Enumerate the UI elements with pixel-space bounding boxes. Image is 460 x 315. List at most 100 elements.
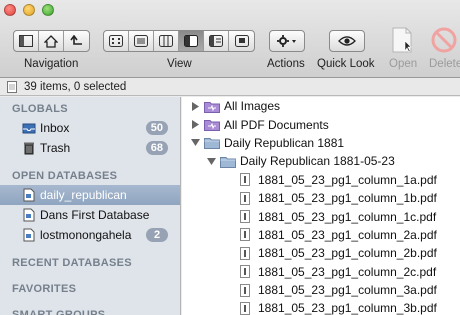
toolbar: Navigation View Actions Quick Look Open … [0,0,460,78]
three-pane-view-icon [209,35,223,47]
actions-label: Actions [267,58,305,70]
sidebar-item-label: Trash [40,141,71,155]
parent-group-button[interactable] [64,31,89,51]
sidebar-item-dans-first-database[interactable]: Dans First Database [0,205,180,225]
file-row[interactable]: 1881_05_23_pg1_column_1a.pdf [182,171,460,189]
minimize-window-button[interactable] [23,4,35,16]
sidebar-item-daily-republican[interactable]: daily_republican [0,185,180,205]
trash-icon [22,141,36,155]
status-bar: 39 items, 0 selected [0,78,460,96]
sidebar-item-trash[interactable]: Trash 68 [0,138,180,158]
column-view-icon [159,35,173,47]
view-segment [103,30,255,52]
row-label: 1881_05_23_pg1_column_3b.pdf [258,301,437,315]
pdf-file-icon [240,283,250,297]
icon-view-icon [109,35,123,47]
disclosure-closed-icon[interactable] [190,120,200,130]
delete-label: Delete [429,58,460,70]
smart-folder-icon [204,100,224,113]
delete-icon [431,27,457,53]
database-icon [22,228,36,242]
disclosure-closed-icon[interactable] [190,101,200,111]
sidebar-item-inbox[interactable]: Inbox 50 [0,118,180,138]
row-label: 1881_05_23_pg1_column_1a.pdf [258,172,437,187]
home-icon [44,34,58,48]
navigation-segment [13,30,90,52]
file-row[interactable]: 1881_05_23_pg1_column_2a.pdf [182,226,460,244]
row-label: Daily Republican 1881-05-23 [240,154,395,169]
disclosure-open-icon[interactable] [190,138,200,148]
sidebar-item-label: Inbox [40,121,70,135]
smart-folder-icon [204,118,224,132]
sidebar-item-label: lostmonongahela [40,228,132,242]
row-label: All PDF Documents [224,117,329,132]
smart-groups-header[interactable]: SMART GROUPS [0,306,180,315]
actions-button[interactable] [269,30,305,52]
file-row[interactable]: 1881_05_23_pg1_column_1b.pdf [182,189,460,207]
pdf-file-icon [240,246,250,260]
unread-count-badge: 50 [145,121,168,135]
group-row[interactable]: All Images [182,97,460,115]
toggle-sidebar-button[interactable] [14,31,39,51]
view-split-button[interactable] [179,31,204,51]
document-status-icon [7,80,17,93]
zoom-window-button[interactable] [42,4,54,16]
file-row[interactable]: 1881_05_23_pg1_column_1c.pdf [182,207,460,225]
cover-flow-icon [234,35,249,47]
row-label: 1881_05_23_pg1_column_2b.pdf [258,246,437,261]
file-row[interactable]: 1881_05_23_pg1_column_3b.pdf [182,299,460,315]
open-label: Open [389,58,418,70]
database-icon [22,208,36,222]
view-columns-button[interactable] [154,31,179,51]
item-tree: All Images All PDF Documents Daily Republi… [182,97,460,315]
folder-icon [204,136,224,150]
list-view-icon [134,35,148,47]
group-row[interactable]: Daily Republican 1881 [182,134,460,152]
row-label: Daily Republican 1881 [224,135,345,150]
pdf-file-icon [240,301,250,315]
file-row[interactable]: 1881_05_23_pg1_column_2b.pdf [182,244,460,262]
row-label: 1881_05_23_pg1_column_1b.pdf [258,191,437,206]
open-button[interactable] [391,27,415,56]
view-icons-button[interactable] [104,31,129,51]
outline-view: All Images All PDF Documents Daily Republi… [182,97,460,315]
file-row[interactable]: 1881_05_23_pg1_column_3a.pdf [182,281,460,299]
row-label: All Images [224,99,281,114]
row-label: 1881_05_23_pg1_column_3a.pdf [258,283,437,298]
row-label: 1881_05_23_pg1_column_2a.pdf [258,227,437,242]
row-label: 1881_05_23_pg1_column_1c.pdf [258,209,437,224]
home-button[interactable] [39,31,64,51]
inbox-icon [22,121,36,135]
view-label: View [167,58,192,70]
group-row[interactable]: Daily Republican 1881-05-23 [182,152,460,170]
delete-button[interactable] [431,27,457,56]
view-cover-flow-button[interactable] [229,31,254,51]
favorites-header[interactable]: FAVORITES [0,280,180,298]
document-icon [392,27,412,53]
file-row[interactable]: 1881_05_23_pg1_column_2c.pdf [182,263,460,281]
quick-look-label: Quick Look [317,58,375,70]
view-three-pane-button[interactable] [204,31,229,51]
sidebar-item-label: Dans First Database [40,208,150,222]
view-list-button[interactable] [129,31,154,51]
quick-look-button[interactable] [329,30,365,52]
open-databases-header: OPEN DATABASES [12,170,118,182]
pdf-file-icon [240,228,250,242]
pdf-file-icon [240,210,250,224]
close-window-button[interactable] [4,4,16,16]
navigation-label: Navigation [24,58,79,70]
pdf-file-icon [240,173,250,187]
item-count-text: 39 items, 0 selected [24,80,127,93]
eye-icon [338,36,356,46]
group-row[interactable]: All PDF Documents [182,115,460,133]
sidebar-item-lostmonongahela[interactable]: lostmonongahela 2 [0,225,180,245]
unread-count-badge: 2 [146,228,168,242]
disclosure-open-icon[interactable] [206,156,216,166]
trash-count-badge: 68 [145,141,168,155]
back-arrow-icon [69,35,82,45]
sidebar-item-label: daily_republican [40,188,127,202]
split-view-icon [184,35,198,47]
recent-databases-header[interactable]: RECENT DATABASES [0,254,180,272]
window-controls [4,4,54,16]
row-label: 1881_05_23_pg1_column_2c.pdf [258,264,437,279]
